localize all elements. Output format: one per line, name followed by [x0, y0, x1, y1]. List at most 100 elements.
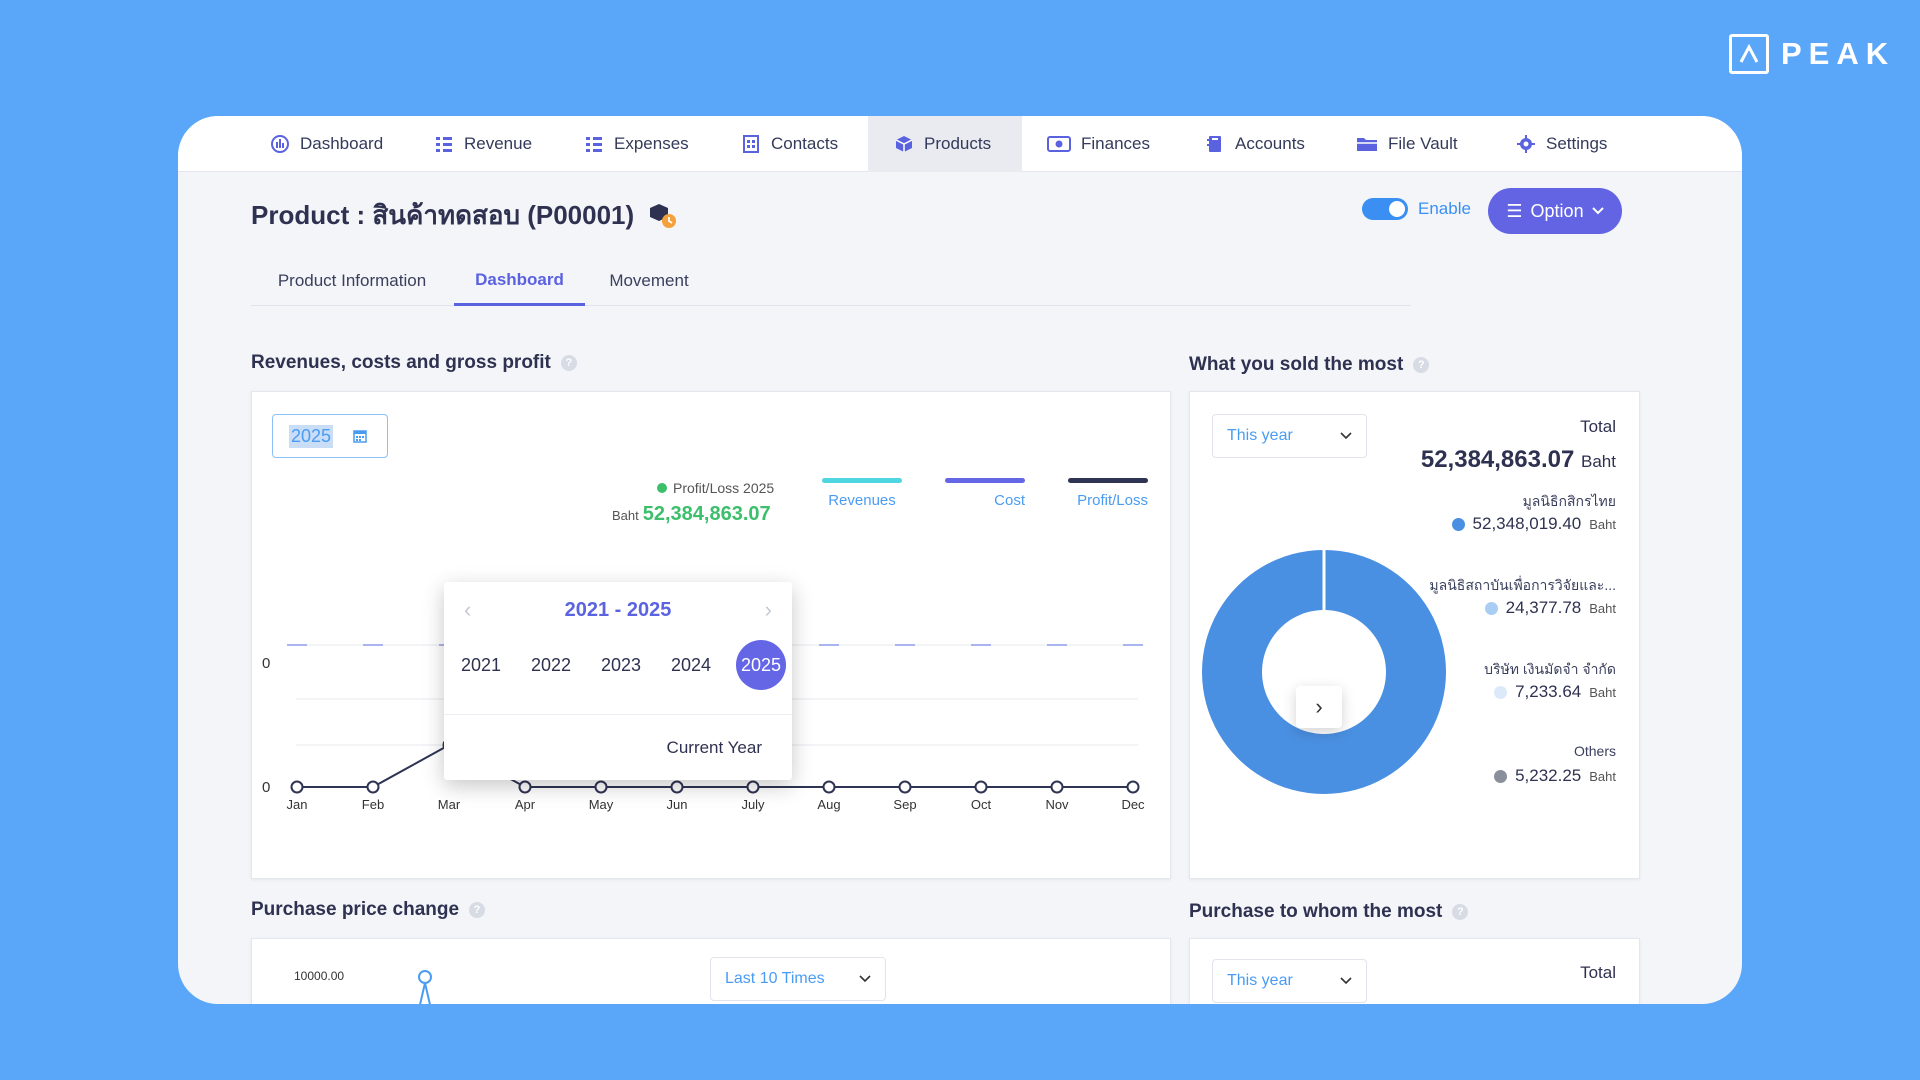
- slice-name: มูลนิธิสถาบันเพื่อการวิจัยและ...: [1429, 577, 1616, 593]
- nav-item-revenue[interactable]: Revenue: [434, 116, 532, 172]
- x-tick-label: Jun: [667, 797, 688, 812]
- chevron-left-icon[interactable]: ‹: [464, 597, 471, 623]
- help-icon[interactable]: ?: [560, 355, 577, 371]
- y-tick-label: 10000.00: [294, 969, 345, 983]
- purchase-price-card: 10000.00 Last 10 Times: [251, 938, 1171, 1004]
- contacts-icon: [743, 135, 759, 153]
- year-option[interactable]: 2024: [666, 640, 716, 690]
- brand-name: PEAK: [1781, 36, 1896, 71]
- nav-item-settings[interactable]: Settings: [1516, 116, 1607, 172]
- purchase-whom-period-select[interactable]: This year: [1212, 959, 1367, 1003]
- tab-movement[interactable]: Movement: [585, 256, 713, 306]
- nav-item-dashboard[interactable]: Dashboard: [270, 116, 383, 172]
- x-tick-label: Dec: [1121, 797, 1145, 812]
- slice-amount: 7,233.64: [1515, 682, 1582, 701]
- sold-total-label: Total: [1580, 417, 1616, 436]
- chart-next-button[interactable]: ›: [1296, 686, 1342, 728]
- bar-baseline-mark: [287, 644, 307, 646]
- year-option[interactable]: 2022: [526, 640, 576, 690]
- page-title: Product : สินค้าทดสอบ (P00001): [251, 195, 678, 236]
- x-tick-label: Jan: [287, 797, 308, 812]
- year-option[interactable]: 2023: [596, 640, 646, 690]
- app-window: Dashboard Revenue Expenses Contacts Prod…: [178, 116, 1742, 1004]
- nav-label: Contacts: [771, 134, 839, 153]
- help-icon[interactable]: ?: [1413, 357, 1430, 373]
- purchase-section-title: Purchase price change ?: [251, 899, 486, 921]
- purchase-whom-card: This year Total: [1189, 938, 1640, 1004]
- nav-label: Settings: [1546, 134, 1608, 153]
- tab-product-information[interactable]: Product Information: [251, 256, 453, 306]
- data-point: [290, 780, 304, 794]
- nav-item-contacts[interactable]: Contacts: [741, 116, 838, 172]
- slice-dot: [1484, 601, 1498, 615]
- year-picker-popup: ‹ 2021 - 2025 › 2021 2022 2023 2024 2025…: [444, 582, 792, 780]
- dashboard-icon: [271, 135, 289, 153]
- data-point: [518, 780, 532, 794]
- data-point: [594, 780, 608, 794]
- year-range: 2021 - 2025: [564, 598, 672, 621]
- x-tick-label: July: [741, 797, 765, 812]
- menu-icon: ☰: [1506, 200, 1523, 221]
- chevron-down-icon: [1340, 432, 1352, 440]
- nav-label: Finances: [1081, 134, 1150, 153]
- data-point: [1050, 780, 1064, 794]
- data-point: [822, 780, 836, 794]
- product-history-icon[interactable]: [648, 202, 678, 230]
- nav-label: Revenue: [464, 134, 533, 153]
- current-year-button[interactable]: Current Year: [444, 714, 792, 780]
- section-title-text: Revenues, costs and gross profit: [251, 352, 551, 373]
- year-option-selected[interactable]: 2025: [736, 640, 786, 690]
- sold-section-title: What you sold the most ?: [1189, 354, 1430, 376]
- nav-item-products[interactable]: Products: [868, 116, 1022, 172]
- data-point: [1126, 780, 1140, 794]
- top-navigation: Dashboard Revenue Expenses Contacts Prod…: [178, 116, 1742, 172]
- tab-dashboard[interactable]: Dashboard: [454, 256, 585, 306]
- nav-item-expenses[interactable]: Expenses: [584, 116, 689, 172]
- data-point: [366, 780, 380, 794]
- peak-logo: PEAK: [1729, 34, 1895, 74]
- revenue-list-icon: [436, 137, 452, 152]
- nav-label: Accounts: [1235, 134, 1305, 153]
- bar-baseline-mark: [971, 644, 991, 646]
- select-value: This year: [1227, 972, 1293, 989]
- total-amount: 52,384,863.07: [1420, 446, 1575, 473]
- x-tick-label: Mar: [438, 797, 461, 812]
- slice-name: มูลนิธิกสิกรไทย: [1522, 493, 1616, 509]
- nav-item-accounts[interactable]: Accounts: [1205, 116, 1305, 172]
- chevron-right-icon[interactable]: ›: [765, 597, 772, 623]
- nav-item-finances[interactable]: Finances: [1047, 116, 1150, 172]
- help-icon[interactable]: ?: [1452, 904, 1469, 920]
- x-tick-label: Nov: [1045, 797, 1069, 812]
- slice-name: Others: [1573, 743, 1616, 759]
- nav-label: Dashboard: [300, 134, 384, 153]
- help-icon[interactable]: ?: [469, 902, 486, 918]
- total-unit: Baht: [1581, 452, 1616, 471]
- y-tick-label: 0: [262, 655, 270, 672]
- data-point: [974, 780, 988, 794]
- bar-baseline-mark: [363, 644, 383, 646]
- bar-baseline-mark: [895, 644, 915, 646]
- purchase-whom-section-title: Purchase to whom the most ?: [1189, 901, 1469, 923]
- select-value: This year: [1227, 427, 1293, 444]
- data-point: [670, 780, 684, 794]
- purchase-whom-total-label: Total: [1580, 963, 1616, 982]
- enable-toggle[interactable]: [1362, 198, 1408, 220]
- chevron-down-icon: [859, 975, 871, 983]
- chevron-down-icon: [1340, 977, 1352, 985]
- section-title-text: Purchase price change: [251, 899, 460, 920]
- sold-most-card: This year Total 52,384,863.07 Baht มูลนิ…: [1189, 391, 1640, 879]
- purchase-period-select[interactable]: Last 10 Times: [710, 957, 886, 1001]
- slice-value: 5,232.25 Baht: [1390, 766, 1616, 786]
- nav-item-file-vault[interactable]: File Vault: [1356, 116, 1458, 172]
- chevron-down-icon: [1591, 207, 1604, 215]
- section-title-text: What you sold the most: [1189, 354, 1404, 375]
- bar-baseline-mark: [1123, 644, 1143, 646]
- x-tick-label: Aug: [817, 797, 840, 812]
- product-title: Product : สินค้าทดสอบ (P00001): [251, 200, 635, 230]
- bar-baseline-mark: [819, 644, 839, 646]
- products-box-icon: [895, 136, 913, 152]
- option-button[interactable]: ☰ Option: [1488, 188, 1622, 234]
- year-option[interactable]: 2021: [456, 640, 506, 690]
- product-tabs: Product Information Dashboard Movement: [251, 256, 1411, 306]
- peak-logo-icon: [1729, 34, 1769, 74]
